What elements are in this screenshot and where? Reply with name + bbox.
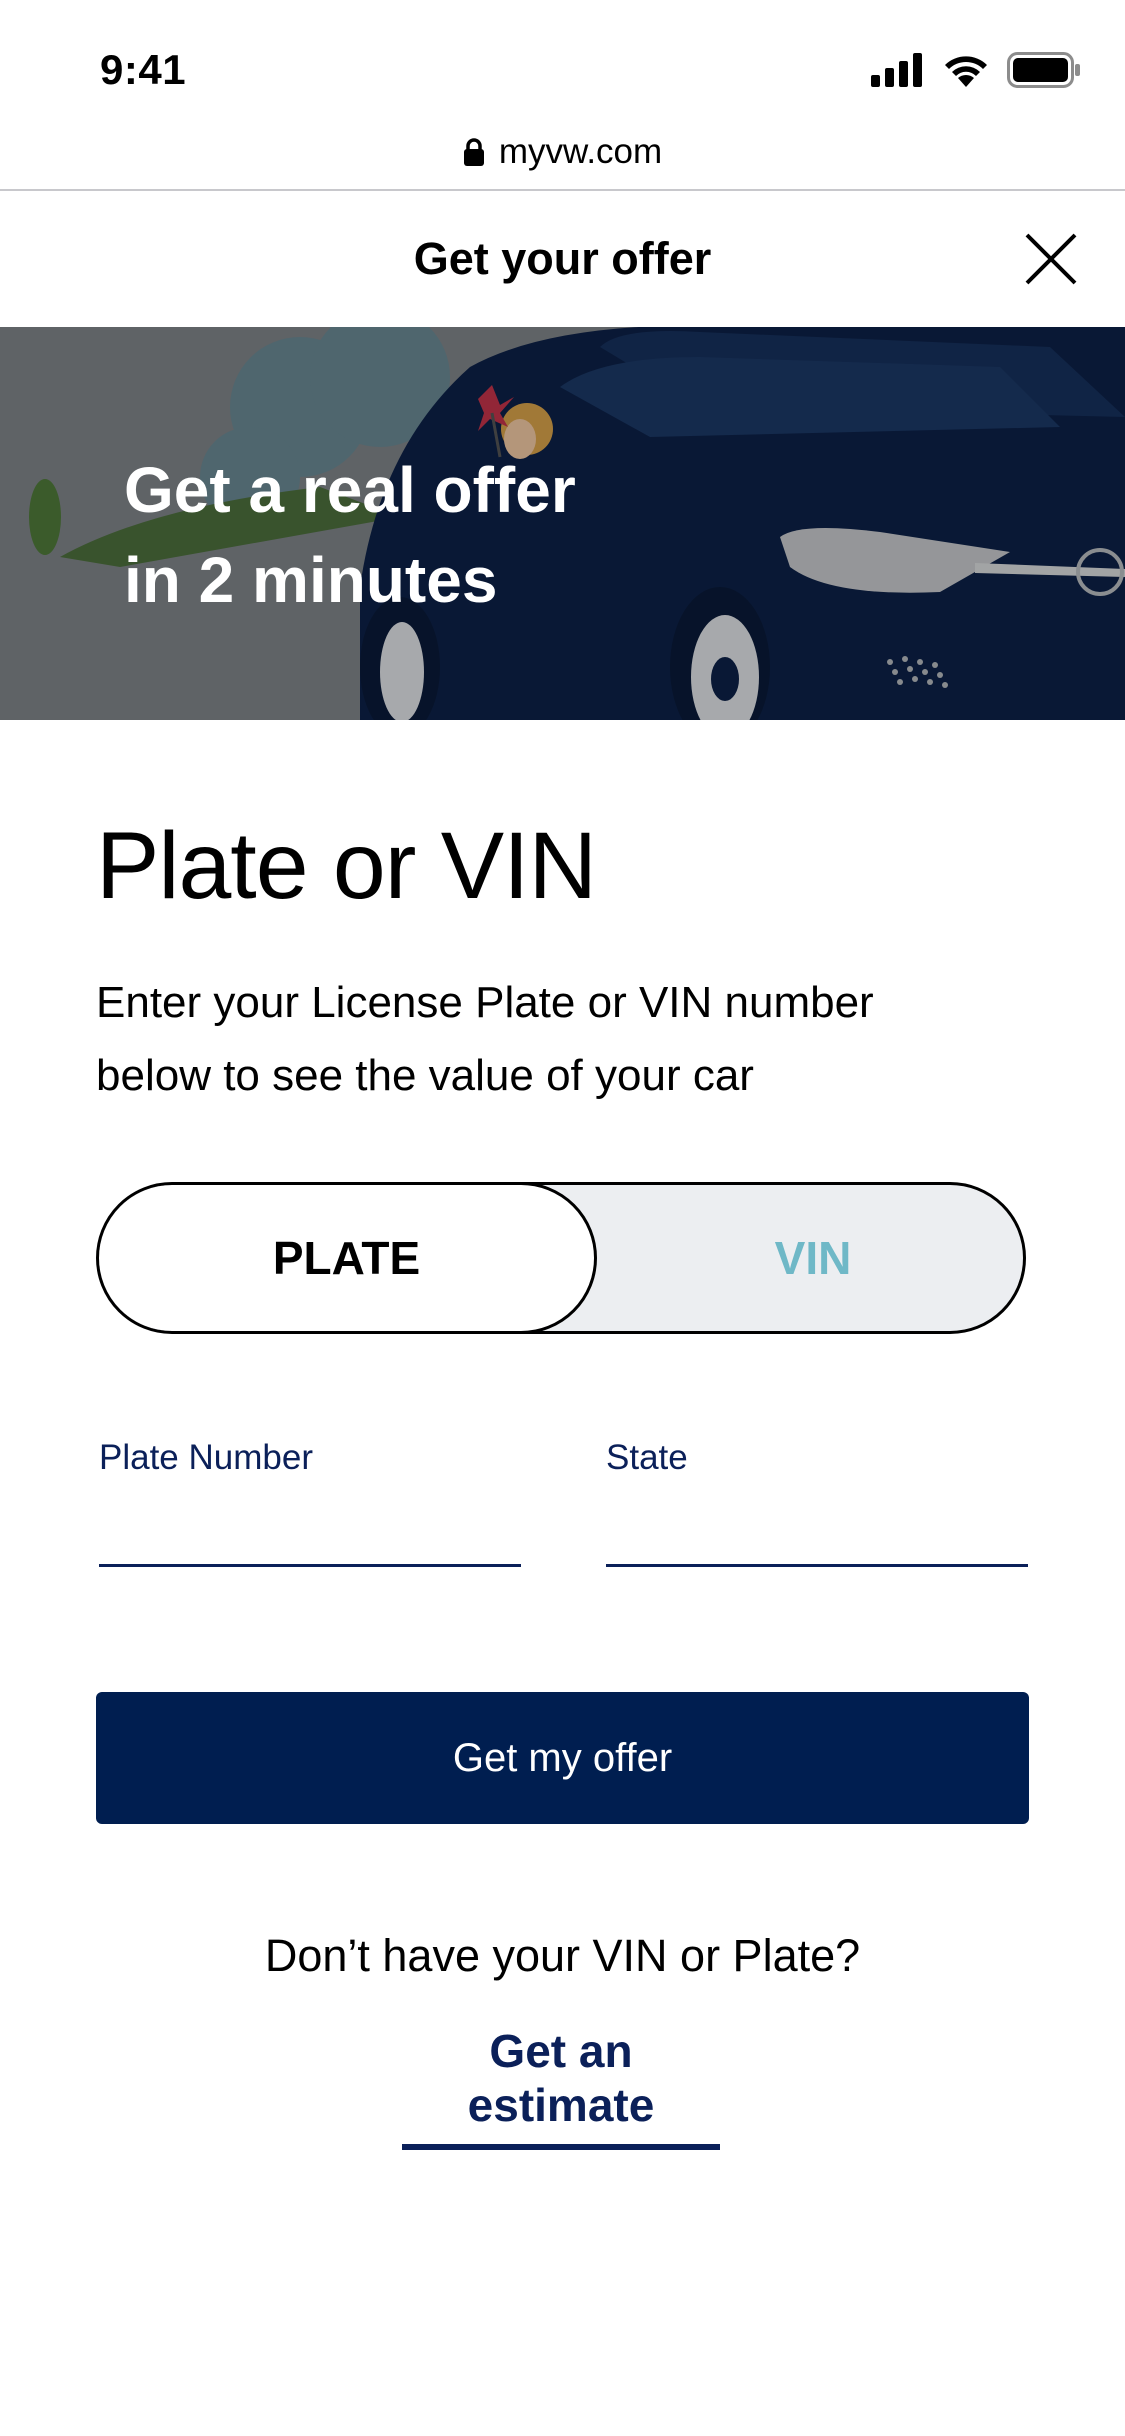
state-field: State <box>606 1438 1028 1567</box>
plate-vin-toggle: VIN PLATE <box>96 1182 1026 1334</box>
toggle-option-vin[interactable]: VIN <box>597 1185 1023 1331</box>
page-title: Get your offer <box>413 233 712 284</box>
battery-icon <box>1007 52 1080 88</box>
toggle-option-plate[interactable]: PLATE <box>99 1185 597 1331</box>
get-my-offer-button[interactable]: Get my offer <box>96 1692 1029 1824</box>
hero-banner: Get a real offer in 2 minutes <box>0 327 1125 720</box>
address-bar[interactable]: myvw.com <box>0 116 1125 188</box>
lock-icon <box>463 138 484 166</box>
section-description: Enter your License Plate or VIN number b… <box>96 966 996 1112</box>
no-vin-prompt: Don’t have your VIN or Plate? <box>264 1930 861 1981</box>
plate-number-label: Plate Number <box>99 1438 313 1477</box>
get-estimate-link[interactable]: Get an estimate <box>402 2024 720 2150</box>
description-line-1: Enter your License Plate or VIN number <box>96 978 874 1027</box>
plate-number-field: Plate Number <box>99 1438 521 1567</box>
status-icons <box>871 50 1081 90</box>
state-input[interactable] <box>606 1514 1028 1567</box>
description-line-2: below to see the value of your car <box>96 1051 754 1100</box>
status-time: 9:41 <box>100 46 187 93</box>
section-title: Plate or VIN <box>96 813 597 919</box>
app-header: Get your offer <box>0 191 1125 327</box>
close-icon[interactable] <box>1019 227 1083 291</box>
hero-line-1: Get a real offer <box>124 454 576 526</box>
plate-number-input[interactable] <box>99 1514 521 1567</box>
hero-headline: Get a real offer in 2 minutes <box>124 445 576 625</box>
wifi-icon <box>945 56 987 87</box>
hero-line-2: in 2 minutes <box>124 544 498 616</box>
state-label: State <box>606 1438 688 1477</box>
status-bar: 9:41 <box>0 0 1125 130</box>
signal-icon <box>871 53 922 87</box>
url-text: myvw.com <box>498 132 663 171</box>
